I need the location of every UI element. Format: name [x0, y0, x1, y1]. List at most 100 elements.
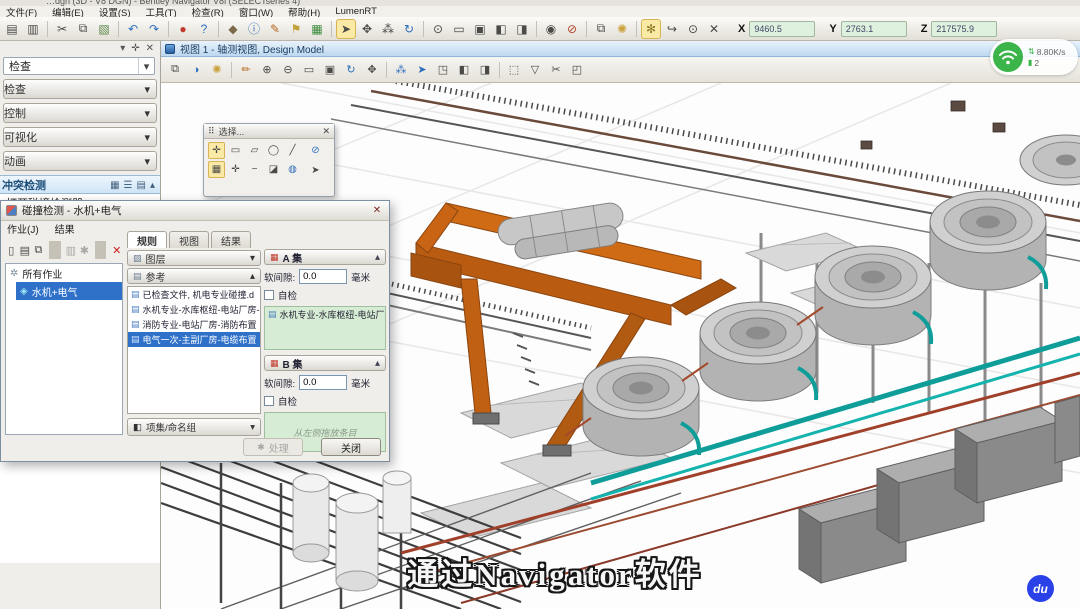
new-job-icon[interactable]: ▯: [5, 241, 18, 259]
view-toolbar-icon[interactable]: [231, 62, 232, 78]
copy-view-icon[interactable]: ⧉: [591, 19, 611, 39]
coordinate-value[interactable]: 2763.1: [841, 21, 907, 37]
redo-icon[interactable]: ↷: [144, 19, 164, 39]
save-job-icon[interactable]: ▤: [19, 241, 32, 259]
task-section-bar[interactable]: 控制 ▾: [3, 103, 157, 123]
reference-item[interactable]: ▤ 水机专业-水库枢纽-电站厂房-: [128, 302, 260, 317]
reference-item[interactable]: ▤ 已检查文件, 机电专业碰撞.d: [128, 287, 260, 302]
set-a-header[interactable]: ▦ A 集 ▴: [264, 249, 386, 265]
snap-close-icon[interactable]: ✕: [704, 19, 724, 39]
toolbar-icon[interactable]: [536, 21, 537, 37]
menu-item[interactable]: LumenRT: [335, 6, 377, 17]
info-icon[interactable]: ⓘ: [244, 19, 264, 39]
zoom-window-icon[interactable]: ▭: [449, 19, 469, 39]
select-none-icon[interactable]: ⊘: [307, 142, 324, 159]
set-b-header[interactable]: ▦ B 集 ▴: [264, 355, 386, 371]
zoom-out-icon[interactable]: ⊖: [278, 60, 298, 80]
zoom-in-icon[interactable]: ⊕: [257, 60, 277, 80]
clip-volume-icon[interactable]: ▽: [525, 60, 545, 80]
toolbar-icon[interactable]: [118, 21, 119, 37]
view-toolbar-icon[interactable]: [386, 62, 387, 78]
checkbox[interactable]: [264, 290, 274, 300]
item-sets-combo[interactable]: ◧ 项集/命名组 ▾: [127, 418, 261, 436]
toolbar-icon[interactable]: [47, 21, 48, 37]
export-icon[interactable]: ✱: [78, 241, 91, 259]
tab[interactable]: 视图: [169, 231, 209, 248]
view-titlebar[interactable]: 视图 1 - 轴测视图, Design Model: [161, 41, 1080, 57]
lighting-icon[interactable]: ✺: [207, 60, 227, 80]
tree-root-all-jobs[interactable]: ✲ 所有作业: [6, 264, 122, 282]
copy-view2-icon[interactable]: ⬚: [504, 60, 524, 80]
clearance-input[interactable]: [299, 375, 347, 390]
task-section-bar[interactable]: 可视化 ▾: [3, 127, 157, 147]
cursor-icon[interactable]: ➤: [307, 162, 324, 179]
collapse-icon[interactable]: ▴: [150, 180, 155, 191]
paste-icon[interactable]: ▧: [94, 19, 114, 39]
select-arrow-icon[interactable]: ➤: [336, 19, 356, 39]
wifi-icon[interactable]: [993, 42, 1023, 72]
render-light-icon[interactable]: ✺: [612, 19, 632, 39]
task-section-clash-detection[interactable]: 冲突检测 ▦☰▤▴: [0, 175, 160, 194]
copy-job-icon[interactable]: ⧉: [32, 241, 45, 259]
dialog-titlebar[interactable]: 碰撞检测 - 水机+电气 ✕: [1, 201, 389, 221]
toolbar-icon[interactable]: [331, 21, 332, 37]
select-subtract-icon[interactable]: −: [246, 161, 263, 178]
tab[interactable]: 规则: [127, 231, 167, 248]
detail-view-icon[interactable]: ▤: [137, 180, 146, 191]
redline-icon[interactable]: ✎: [265, 19, 285, 39]
toolbar-icon[interactable]: [218, 21, 219, 37]
snap-center-icon[interactable]: ⊙: [683, 19, 703, 39]
save-icon[interactable]: ▤: [2, 19, 22, 39]
pan-view-icon[interactable]: ✥: [362, 60, 382, 80]
fit-icon[interactable]: ▣: [320, 60, 340, 80]
nav-cube-icon[interactable]: ◳: [433, 60, 453, 80]
panel-close-icon[interactable]: ✕: [146, 43, 154, 54]
checkbox[interactable]: [264, 396, 274, 406]
saved-views-icon[interactable]: ◰: [567, 60, 587, 80]
toolbar-icon[interactable]: [168, 21, 169, 37]
task-section-bar[interactable]: 动画 ▾: [3, 151, 157, 171]
process-button[interactable]: ✱ 处理: [243, 438, 303, 456]
window-area-icon[interactable]: ▭: [299, 60, 319, 80]
toolbar-icon[interactable]: [636, 21, 637, 37]
select-block-icon[interactable]: ▭: [227, 142, 244, 159]
chevron-down-icon[interactable]: ▾: [138, 58, 154, 74]
tab[interactable]: 结果: [211, 231, 251, 248]
prev-view-icon[interactable]: ◧: [491, 19, 511, 39]
print-icon[interactable]: ▥: [23, 19, 43, 39]
list-view-icon[interactable]: ☰: [124, 180, 133, 191]
no-camera-icon[interactable]: ⊘: [562, 19, 582, 39]
dialog-toolbar-icon[interactable]: [49, 241, 61, 259]
reference-bar[interactable]: ▤ 参考 ▴: [127, 268, 261, 284]
models-icon[interactable]: ◆: [223, 19, 243, 39]
task-combo[interactable]: 检查 ▾: [3, 57, 155, 75]
adjust-icon[interactable]: ✏: [236, 60, 256, 80]
toolbox-titlebar[interactable]: ⠿ 选择... ✕: [204, 124, 334, 139]
view-toolbar-icon[interactable]: [499, 62, 500, 78]
help-icon[interactable]: ?: [194, 19, 214, 39]
cut-icon[interactable]: ✂: [52, 19, 72, 39]
clip-mask-icon[interactable]: ✂: [546, 60, 566, 80]
select-all-icon[interactable]: ◍: [284, 161, 301, 178]
close-button[interactable]: 关闭: [321, 438, 381, 456]
task-section-bar[interactable]: 检查 ▾: [3, 79, 157, 99]
browser-icon[interactable]: ●: [173, 19, 193, 39]
undo-icon[interactable]: ↶: [123, 19, 143, 39]
next-view-icon[interactable]: ◨: [512, 19, 532, 39]
view-next-icon[interactable]: ◨: [475, 60, 495, 80]
grid-view-icon[interactable]: ▦: [110, 180, 119, 191]
dialog-toolbar-icon[interactable]: [95, 241, 107, 259]
walk-view-icon[interactable]: ⁂: [391, 60, 411, 80]
dialog-menu-item[interactable]: 结果: [55, 221, 75, 236]
snap-curve-icon[interactable]: ↪: [662, 19, 682, 39]
tree-item-selected-job[interactable]: ◈ 水机+电气: [16, 282, 122, 300]
select-invert-icon[interactable]: ◪: [265, 161, 282, 178]
copy-icon[interactable]: ⧉: [73, 19, 93, 39]
select-mode-icon[interactable]: ▦: [208, 161, 225, 178]
reference-item[interactable]: ▤ 消防专业-电站厂房-消防布置: [128, 317, 260, 332]
select-single-icon[interactable]: ✛: [208, 142, 225, 159]
pan-icon[interactable]: ✥: [357, 19, 377, 39]
pin-icon[interactable]: ✛: [131, 43, 139, 54]
select-add-icon[interactable]: ✛: [227, 161, 244, 178]
toolbar-icon[interactable]: [423, 21, 424, 37]
